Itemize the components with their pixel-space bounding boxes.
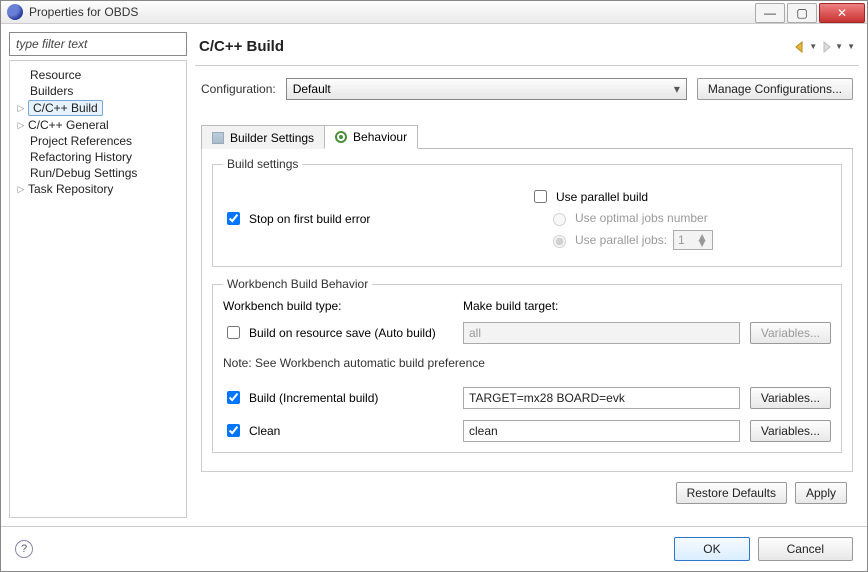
configuration-row: Configuration: Default ▾ Manage Configur… [201,78,853,100]
tree-item-ccpp-general[interactable]: ▷C/C++ General [14,117,182,133]
tree-item-project-references[interactable]: Project References [14,133,182,149]
maximize-button[interactable]: ▢ [787,3,817,23]
spinner-buttons-icon: ▲▼ [696,234,708,246]
tree-item-ccpp-build[interactable]: ▷C/C++ Build [14,99,182,117]
manage-configurations-button[interactable]: Manage Configurations... [697,78,853,100]
properties-dialog: Properties for OBDS — ▢ ✕ type filter te… [0,0,868,572]
page-buttons: Restore Defaults Apply [201,472,853,514]
view-menu-chevron-icon[interactable]: ▼ [847,42,855,51]
restore-defaults-button[interactable]: Restore Defaults [676,482,787,504]
build-settings-group: Build settings Stop on first build error… [212,157,842,267]
dialog-footer: ? OK Cancel [1,526,867,571]
tab-strip: Builder Settings Behaviour [201,124,853,149]
build-type-header: Workbench build type: [223,299,453,313]
behaviour-icon [335,131,347,143]
build-settings-legend: Build settings [223,157,302,171]
tree-item-refactoring-history[interactable]: Refactoring History [14,149,182,165]
dialog-content: type filter text Resource Builders ▷C/C+… [1,24,867,526]
nav-tree: Resource Builders ▷C/C++ Build ▷C/C++ Ge… [9,60,187,518]
apply-button[interactable]: Apply [795,482,847,504]
tree-item-builders[interactable]: Builders [14,83,182,99]
tree-item-run-debug-settings[interactable]: Run/Debug Settings [14,165,182,181]
forward-menu-chevron-icon[interactable]: ▼ [835,42,843,51]
document-icon [212,132,224,144]
autobuild-label: Build on resource save (Auto build) [249,326,436,340]
filter-input[interactable]: type filter text [9,32,187,56]
stop-on-error-label: Stop on first build error [249,212,370,226]
autobuild-target-field [463,322,740,344]
build-settings-row: Stop on first build error Use parallel b… [223,183,831,254]
expand-arrow-icon[interactable]: ▷ [16,184,26,195]
configuration-label: Configuration: [201,82,276,96]
autobuild-note: Note: See Workbench automatic build pref… [223,356,831,370]
back-menu-chevron-icon[interactable]: ▼ [809,42,817,51]
sidebar: type filter text Resource Builders ▷C/C+… [9,32,187,518]
tree-item-task-repository[interactable]: ▷Task Repository [14,181,182,197]
clean-checkbox[interactable] [227,424,240,437]
cancel-button[interactable]: Cancel [758,537,853,561]
stop-on-error-checkbox[interactable] [227,212,240,225]
back-arrow-icon[interactable] [793,40,807,54]
chevron-down-icon: ▾ [674,82,680,96]
page-title: C/C++ Build [199,38,791,55]
autobuild-checkbox[interactable] [227,326,240,339]
optimal-jobs-radio [553,213,566,226]
page-header: C/C++ Build ▼ ▼ ▼ [195,32,859,66]
clean-target-field[interactable] [463,420,740,442]
help-icon[interactable]: ? [15,540,33,558]
page-body: Configuration: Default ▾ Manage Configur… [195,66,859,518]
use-parallel-build-label: Use parallel build [556,190,648,204]
incremental-variables-button[interactable]: Variables... [750,387,831,409]
workbench-build-group: Workbench Build Behavior Workbench build… [212,277,842,453]
build-target-header: Make build target: [463,299,740,313]
autobuild-variables-button: Variables... [750,322,831,344]
behaviour-panel: Build settings Stop on first build error… [201,149,853,472]
forward-arrow-icon [819,40,833,54]
workbench-build-legend: Workbench Build Behavior [223,277,372,291]
expand-arrow-icon[interactable]: ▷ [16,103,26,114]
minimize-button[interactable]: — [755,3,785,23]
tab-behaviour[interactable]: Behaviour [324,125,418,149]
window-controls: — ▢ ✕ [755,1,867,23]
expand-arrow-icon[interactable]: ▷ [16,120,26,131]
configuration-select[interactable]: Default ▾ [286,78,687,100]
incremental-build-label: Build (Incremental build) [249,391,378,405]
incremental-build-checkbox[interactable] [227,391,240,404]
titlebar: Properties for OBDS — ▢ ✕ [1,1,867,24]
main-panel: C/C++ Build ▼ ▼ ▼ Configuration: Default… [195,32,859,518]
clean-variables-button[interactable]: Variables... [750,420,831,442]
window-title: Properties for OBDS [29,5,755,19]
parallel-jobs-label: Use parallel jobs: [575,233,667,247]
optimal-jobs-label: Use optimal jobs number [575,211,708,225]
ok-button[interactable]: OK [674,537,749,561]
use-parallel-build-checkbox[interactable] [534,190,547,203]
eclipse-icon [7,4,23,20]
tab-builder-settings[interactable]: Builder Settings [201,125,325,149]
clean-label: Clean [249,424,280,438]
parallel-jobs-radio [553,235,566,248]
parallel-jobs-spinner: 1 ▲▼ [673,230,713,250]
tree-item-resource[interactable]: Resource [14,67,182,83]
close-button[interactable]: ✕ [819,3,865,23]
incremental-target-field[interactable] [463,387,740,409]
